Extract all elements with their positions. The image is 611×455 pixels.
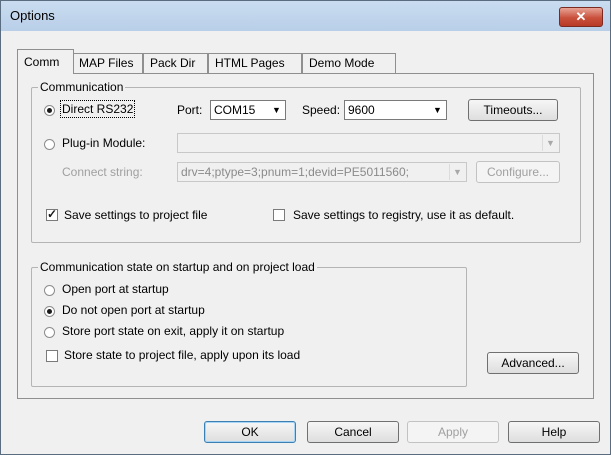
open-port-label[interactable]: Open port at startup — [62, 282, 169, 296]
startup-legend: Communication state on startup and on pr… — [38, 260, 317, 274]
tab-map-files-label: MAP Files — [79, 56, 134, 70]
communication-legend: Communication — [38, 80, 126, 94]
communication-group: Communication Direct RS232 Port: COM15 ▼… — [31, 80, 581, 243]
direct-rs232-radio[interactable] — [44, 105, 55, 116]
tab-demo-mode-label: Demo Mode — [309, 56, 375, 70]
plugin-module-radio[interactable] — [44, 139, 55, 150]
speed-select[interactable]: 9600 ▼ — [344, 100, 447, 120]
do-not-open-radio[interactable] — [44, 306, 55, 317]
open-port-radio[interactable] — [44, 285, 55, 296]
port-select[interactable]: COM15 ▼ — [210, 100, 286, 120]
speed-label: Speed: — [302, 103, 341, 117]
configure-button[interactable]: Configure... — [476, 161, 560, 183]
connect-string-select[interactable]: drv=4;ptype=3;pnum=1;devid=PE5011560; ▼ — [177, 162, 467, 182]
options-dialog: Options ✕ Comm MAP Files Pack Dir HTML P… — [0, 0, 611, 455]
chevron-down-icon[interactable]: ▼ — [542, 135, 558, 151]
tab-demo-mode[interactable]: Demo Mode — [302, 53, 396, 73]
save-project-label[interactable]: Save settings to project file — [64, 208, 207, 222]
window-title: Options — [10, 8, 55, 23]
plugin-module-select[interactable]: ▼ — [177, 133, 560, 153]
port-value: COM15 — [214, 103, 256, 117]
advanced-button[interactable]: Advanced... — [487, 352, 579, 374]
tab-map-files[interactable]: MAP Files — [72, 53, 143, 73]
port-label: Port: — [177, 103, 203, 117]
chevron-down-icon[interactable]: ▼ — [449, 164, 465, 180]
connect-string-value: drv=4;ptype=3;pnum=1;devid=PE5011560; — [181, 165, 409, 179]
tab-html-pages[interactable]: HTML Pages — [208, 53, 302, 73]
chevron-down-icon[interactable]: ▼ — [430, 102, 445, 118]
save-registry-checkbox[interactable] — [273, 209, 285, 221]
store-port-state-label[interactable]: Store port state on exit, apply it on st… — [62, 324, 284, 338]
timeouts-button[interactable]: Timeouts... — [468, 99, 558, 121]
close-button[interactable]: ✕ — [559, 7, 603, 27]
plugin-module-label[interactable]: Plug-in Module: — [62, 136, 145, 150]
tab-html-pages-label: HTML Pages — [215, 56, 285, 70]
store-port-state-radio[interactable] — [44, 327, 55, 338]
tab-comm[interactable]: Comm — [17, 49, 74, 74]
tab-pack-dir[interactable]: Pack Dir — [143, 53, 208, 73]
cancel-button[interactable]: Cancel — [307, 421, 399, 443]
do-not-open-label[interactable]: Do not open port at startup — [62, 303, 205, 317]
help-button[interactable]: Help — [508, 421, 600, 443]
startup-group: Communication state on startup and on pr… — [31, 260, 467, 387]
speed-value: 9600 — [348, 103, 375, 117]
chevron-down-icon[interactable]: ▼ — [269, 102, 284, 118]
comm-tab-panel: Communication Direct RS232 Port: COM15 ▼… — [17, 73, 594, 399]
close-icon: ✕ — [575, 9, 587, 24]
ok-button[interactable]: OK — [204, 421, 296, 443]
dialog-client-area: Comm MAP Files Pack Dir HTML Pages Demo … — [7, 31, 604, 448]
store-state-label[interactable]: Store state to project file, apply upon … — [64, 348, 300, 362]
store-state-checkbox[interactable] — [46, 350, 58, 362]
connect-string-label: Connect string: — [62, 165, 143, 179]
direct-rs232-label[interactable]: Direct RS232 — [59, 100, 136, 118]
title-bar[interactable]: Options ✕ — [1, 1, 610, 29]
save-registry-label[interactable]: Save settings to registry, use it as def… — [293, 208, 514, 222]
apply-button[interactable]: Apply — [407, 421, 499, 443]
save-project-checkbox[interactable] — [46, 207, 58, 221]
tab-pack-dir-label: Pack Dir — [150, 56, 196, 70]
tab-comm-label: Comm — [24, 55, 60, 69]
